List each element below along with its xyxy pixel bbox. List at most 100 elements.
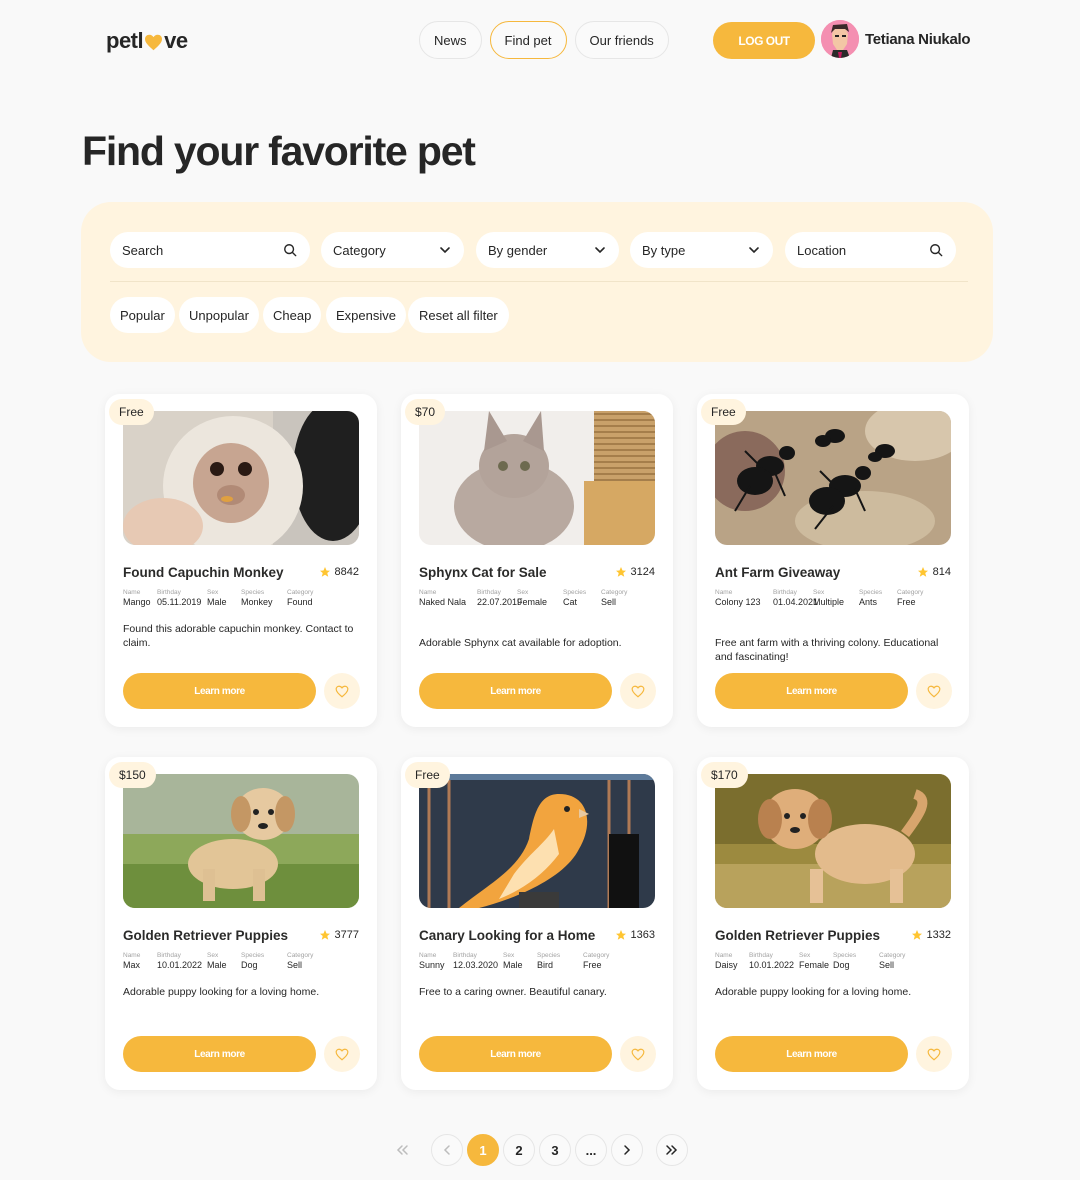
rating-value: 3777 xyxy=(334,929,359,941)
next-page-button[interactable] xyxy=(611,1134,643,1166)
sort-popular[interactable]: Popular xyxy=(110,297,175,333)
meta-birthday: Birthday 10.01.2022 xyxy=(157,951,207,971)
page-2[interactable]: 2 xyxy=(503,1134,535,1166)
avatar-image xyxy=(821,20,859,58)
sort-unpopular[interactable]: Unpopular xyxy=(179,297,259,333)
meta-category: Category Free xyxy=(897,588,937,608)
favorite-button[interactable] xyxy=(620,1036,656,1072)
learn-more-button[interactable]: Learn more xyxy=(419,673,612,709)
meta-species: Species Bird xyxy=(537,951,583,971)
meta-name: Name Naked Nala xyxy=(419,588,477,608)
meta-sex-label: Sex xyxy=(207,589,219,596)
pet-description: Free ant farm with a thriving colony. Ed… xyxy=(715,637,939,663)
rating-value: 814 xyxy=(932,566,951,578)
meta-category: Category Found xyxy=(287,588,327,608)
sort-cheap[interactable]: Cheap xyxy=(263,297,322,333)
learn-more-button[interactable]: Learn more xyxy=(715,673,908,709)
location-input[interactable]: Location xyxy=(785,232,956,268)
chevron-right-icon xyxy=(624,1145,631,1155)
search-input[interactable]: Search xyxy=(110,232,310,268)
category-select[interactable]: Category xyxy=(321,232,464,268)
rating-value: 8842 xyxy=(334,566,359,578)
main-nav: News Find pet Our friends xyxy=(419,21,669,59)
pet-description: Free to a caring owner. Beautiful canary… xyxy=(419,986,607,998)
meta-species-value: Ants xyxy=(859,597,878,607)
page-title: Find your favorite pet xyxy=(82,128,476,174)
filters-divider xyxy=(110,281,968,282)
meta-sex-label: Sex xyxy=(799,952,811,959)
first-page-button[interactable] xyxy=(386,1134,418,1166)
meta-name: Name Mango xyxy=(123,588,157,608)
learn-more-button[interactable]: Learn more xyxy=(419,1036,612,1072)
meta-sex: Sex Male xyxy=(503,951,537,971)
pet-card: $170 Golden Retriever Puppies 1332 Name … xyxy=(697,757,969,1090)
double-chevron-left-icon xyxy=(396,1145,408,1155)
meta-name-value: Max xyxy=(123,960,141,970)
sort-expensive[interactable]: Expensive xyxy=(326,297,406,333)
gender-select[interactable]: By gender xyxy=(476,232,619,268)
type-select[interactable]: By type xyxy=(630,232,773,268)
meta-birthday-label: Birthday xyxy=(453,952,477,959)
meta-birthday: Birthday 22.07.2019 xyxy=(477,588,522,608)
prev-page-button[interactable] xyxy=(431,1134,463,1166)
meta-category: Category Sell xyxy=(879,951,919,971)
pet-meta: Name Colony 123 Birthday 01.04.2021 Sex … xyxy=(715,588,937,608)
meta-category-label: Category xyxy=(879,952,906,959)
meta-sex: Sex Multiple xyxy=(813,588,859,608)
chevron-down-icon xyxy=(749,247,759,254)
favorite-button[interactable] xyxy=(324,673,360,709)
price-badge: $70 xyxy=(405,399,446,425)
meta-sex-label: Sex xyxy=(207,952,219,959)
star-icon xyxy=(917,567,928,577)
nav-our-friends[interactable]: Our friends xyxy=(574,21,669,59)
meta-category-label: Category xyxy=(287,589,314,596)
favorite-button[interactable] xyxy=(916,1036,952,1072)
user-name[interactable]: Tetiana Niukalo xyxy=(865,31,971,48)
reset-filters-button[interactable]: Reset all filter xyxy=(408,297,509,333)
favorite-button[interactable] xyxy=(916,673,952,709)
meta-name-label: Name xyxy=(715,589,733,596)
learn-more-button[interactable]: Learn more xyxy=(123,673,316,709)
learn-more-button[interactable]: Learn more xyxy=(123,1036,316,1072)
type-select-value: By type xyxy=(642,242,686,258)
price-badge: $150 xyxy=(109,762,156,788)
pet-card: $150 Golden Retriever Puppies 3777 Name … xyxy=(105,757,377,1090)
meta-sex-value: Female xyxy=(799,960,830,970)
meta-category-value: Found xyxy=(287,597,313,607)
heart-icon xyxy=(631,1048,645,1060)
pet-rating: 1363 xyxy=(615,929,655,941)
learn-more-button[interactable]: Learn more xyxy=(715,1036,908,1072)
star-icon xyxy=(319,930,330,940)
page-1[interactable]: 1 xyxy=(467,1134,499,1166)
meta-species-label: Species xyxy=(537,952,561,959)
nav-find-pet[interactable]: Find pet xyxy=(489,21,567,59)
meta-category-label: Category xyxy=(601,589,628,596)
meta-category-value: Free xyxy=(583,960,602,970)
pet-image xyxy=(715,411,951,545)
meta-birthday-label: Birthday xyxy=(773,589,797,596)
meta-species: Species Monkey xyxy=(241,588,287,608)
meta-species-label: Species xyxy=(563,589,587,596)
favorite-button[interactable] xyxy=(620,673,656,709)
pet-description: Adorable Sphynx cat available for adopti… xyxy=(419,637,622,649)
meta-birthday: Birthday 05.11.2019 xyxy=(157,588,207,608)
meta-sex: Sex Female xyxy=(517,588,563,608)
favorite-button[interactable] xyxy=(324,1036,360,1072)
page-3[interactable]: 3 xyxy=(539,1134,571,1166)
avatar[interactable] xyxy=(821,20,859,58)
nav-news[interactable]: News xyxy=(419,21,482,59)
meta-species-value: Dog xyxy=(241,960,258,970)
logo[interactable]: petl ve xyxy=(106,28,188,54)
meta-species-label: Species xyxy=(241,589,265,596)
last-page-button[interactable] xyxy=(656,1134,688,1166)
meta-name-label: Name xyxy=(715,952,733,959)
star-icon xyxy=(319,567,330,577)
logout-button[interactable]: LOG OUT xyxy=(713,22,815,59)
meta-category-value: Sell xyxy=(601,597,617,607)
page-ellipsis[interactable]: ... xyxy=(575,1134,607,1166)
search-icon xyxy=(930,244,943,257)
meta-species: Species Cat xyxy=(563,588,601,608)
gender-select-value: By gender xyxy=(488,242,548,258)
star-icon xyxy=(911,930,922,940)
meta-birthday-label: Birthday xyxy=(157,589,181,596)
